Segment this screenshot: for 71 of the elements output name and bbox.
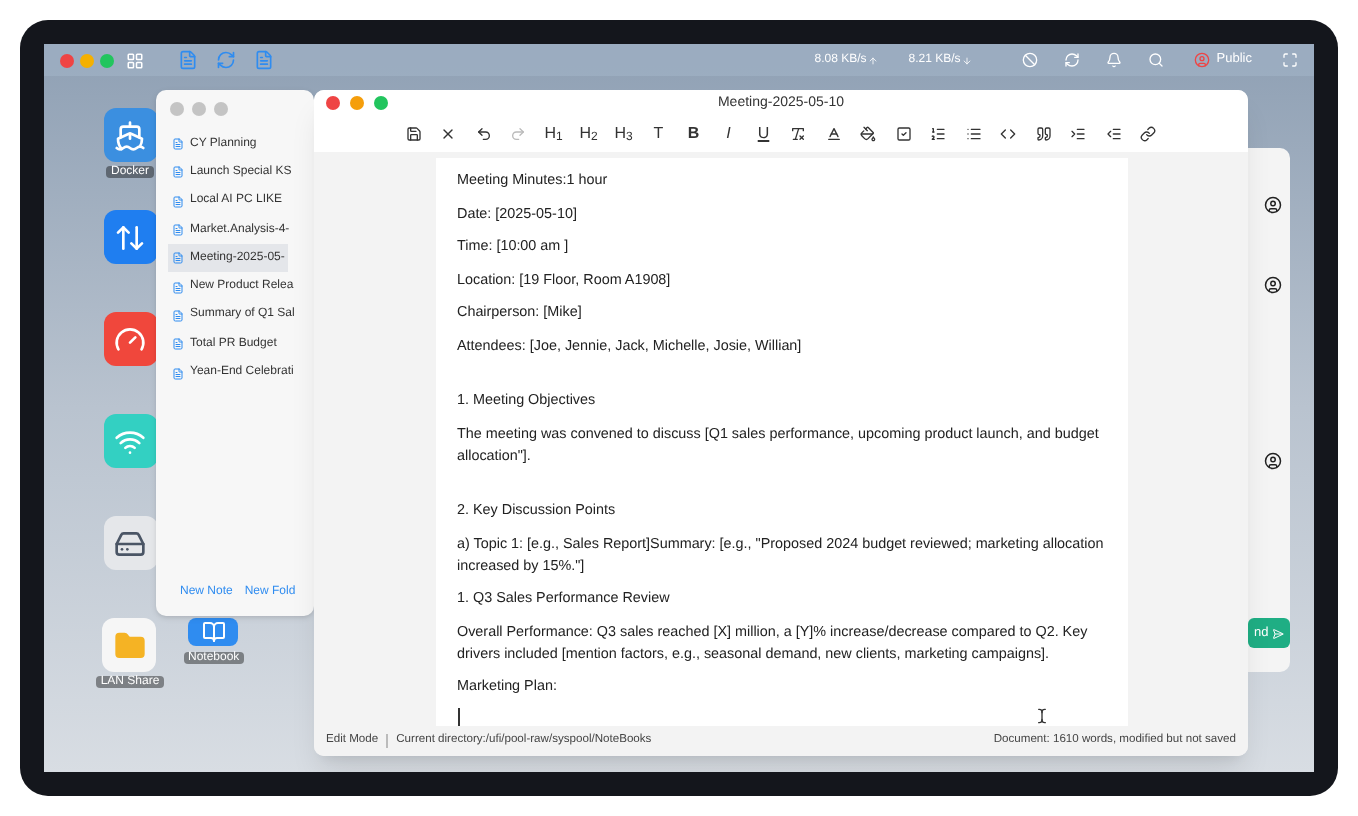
link-icon xyxy=(1140,125,1157,141)
text-cursor-icon xyxy=(1033,708,1049,725)
fullscreen-icon[interactable] xyxy=(1282,52,1298,68)
indent-icon xyxy=(1070,125,1087,141)
toolbar-button[interactable] xyxy=(1139,123,1158,143)
undo-icon xyxy=(475,125,492,141)
toolbar-button[interactable] xyxy=(1104,123,1123,143)
app-icon[interactable] xyxy=(103,312,157,366)
upload-icon xyxy=(868,55,879,65)
outdent-icon xyxy=(1105,125,1122,141)
toolbar-button[interactable] xyxy=(929,123,948,143)
download-icon xyxy=(962,55,973,65)
code-icon xyxy=(1000,125,1017,141)
text-color-icon xyxy=(825,125,842,141)
notebook-app-icon[interactable] xyxy=(254,50,274,70)
note-icon xyxy=(172,367,184,380)
avatar-icon xyxy=(1264,276,1282,294)
book-icon xyxy=(201,620,226,644)
format-button[interactable]: H$_{3}$ xyxy=(614,123,633,143)
gauge-icon xyxy=(114,323,146,355)
format-button[interactable]: H$_{1}$ xyxy=(544,123,563,143)
app-icon[interactable] xyxy=(103,210,157,264)
save-icon xyxy=(405,125,422,141)
folder-icon xyxy=(113,629,146,661)
quote-icon xyxy=(1035,125,1052,141)
bullet-list-icon xyxy=(965,125,982,141)
bell-icon[interactable] xyxy=(1106,52,1123,68)
format-button[interactable]: T xyxy=(649,123,668,143)
app-icon[interactable] xyxy=(103,516,157,570)
send-icon xyxy=(1272,627,1285,639)
toolbar-button[interactable] xyxy=(789,123,808,143)
app-icon[interactable] xyxy=(188,618,239,646)
user-icon[interactable] xyxy=(1194,52,1211,68)
format-button[interactable]: B xyxy=(684,123,703,143)
format-button[interactable]: I xyxy=(719,123,738,143)
note-icon xyxy=(172,281,184,294)
redo-icon xyxy=(510,125,527,141)
app-icon[interactable] xyxy=(103,108,157,162)
notebook-app-icon[interactable] xyxy=(178,50,198,70)
wifi-icon xyxy=(114,425,146,457)
toolbar-button[interactable] xyxy=(1034,123,1053,143)
toolbar-button[interactable] xyxy=(404,123,423,143)
avatar-icon xyxy=(1264,196,1282,214)
note-icon xyxy=(172,195,184,208)
refresh-icon[interactable] xyxy=(1064,52,1081,68)
format-button[interactable]: H$_{2}$ xyxy=(579,123,598,143)
block-icon[interactable] xyxy=(1022,52,1039,68)
toolbar-button[interactable] xyxy=(859,123,878,143)
paint-bucket-icon xyxy=(860,125,877,141)
note-icon xyxy=(172,309,184,322)
toolbar-button[interactable] xyxy=(474,123,493,143)
toolbar-button[interactable] xyxy=(824,123,843,143)
grid-icon[interactable] xyxy=(126,51,144,69)
checkbox-icon xyxy=(895,125,912,141)
sync-app-icon[interactable] xyxy=(216,50,236,70)
toolbar-button[interactable] xyxy=(1069,123,1088,143)
numbered-list-icon xyxy=(930,125,947,141)
note-icon xyxy=(172,252,184,265)
note-icon xyxy=(172,166,184,179)
format-button[interactable]: U xyxy=(754,123,773,143)
text-caret xyxy=(457,707,459,726)
note-icon xyxy=(172,338,184,351)
avatar-icon xyxy=(1264,452,1282,470)
search-icon[interactable] xyxy=(1148,52,1165,68)
clear-format-icon xyxy=(790,125,807,141)
toolbar-button[interactable] xyxy=(999,123,1018,143)
note-icon xyxy=(172,224,184,237)
toolbar-button[interactable] xyxy=(894,123,913,143)
close-icon xyxy=(440,125,457,141)
note-icon xyxy=(172,138,184,151)
arrows-icon xyxy=(114,221,146,253)
